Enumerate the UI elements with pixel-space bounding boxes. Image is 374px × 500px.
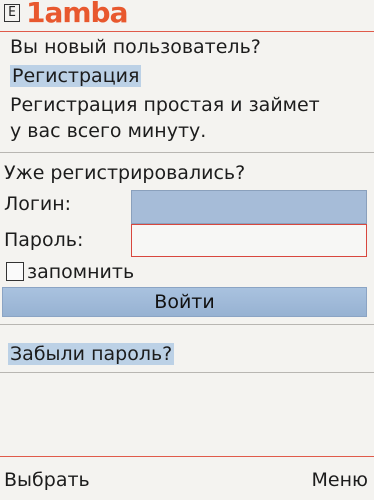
password-input[interactable]	[131, 224, 367, 257]
existing-user-question: Уже регистрировались?	[4, 162, 246, 184]
login-button[interactable]: Войти	[2, 287, 367, 317]
forgot-divider	[0, 324, 374, 325]
remember-label: запомнить	[27, 261, 135, 283]
register-link[interactable]: Регистрация	[10, 65, 142, 87]
register-description-line2: у вас всего минуту.	[10, 120, 207, 142]
register-description-line1: Регистрация простая и займет	[10, 94, 320, 116]
menu-softkey[interactable]: Меню	[312, 469, 369, 491]
login-input[interactable]	[131, 190, 367, 224]
remember-checkbox[interactable]	[6, 262, 24, 281]
register-link-label[interactable]: Регистрация	[10, 65, 142, 87]
header-divider	[0, 31, 374, 32]
section-divider	[0, 152, 374, 153]
network-edge-icon: E	[4, 4, 20, 22]
content-bottom-divider	[0, 372, 374, 373]
app-header: E 1amba	[0, 0, 374, 31]
login-label: Логин:	[4, 193, 72, 215]
new-user-question: Вы новый пользователь?	[10, 36, 261, 58]
password-label: Пароль:	[4, 229, 84, 251]
forgot-password-label[interactable]: Забыли пароль?	[8, 343, 175, 365]
select-softkey[interactable]: Выбрать	[4, 469, 90, 491]
forgot-password-link[interactable]: Забыли пароль?	[8, 343, 175, 365]
softkey-divider	[0, 456, 374, 457]
rambler-logo: 1amba	[26, 0, 128, 29]
